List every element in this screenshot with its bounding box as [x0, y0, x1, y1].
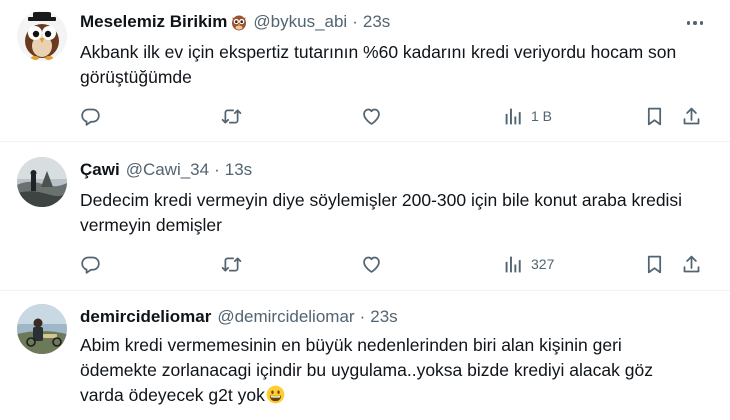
reply-icon [80, 254, 101, 275]
owl-emoji-icon [231, 13, 247, 31]
heart-icon [361, 106, 382, 127]
action-bar: 1 B [0, 103, 730, 129]
landscape-avatar-image [17, 157, 67, 207]
views-button[interactable]: 1 B [503, 103, 552, 129]
heart-icon [361, 254, 382, 275]
tweet-text: Dedecim kredi vermeyin diye söylemişler … [80, 190, 683, 235]
timestamp[interactable]: 23s [370, 307, 397, 327]
separator-dot: · [214, 160, 220, 179]
tweet-2[interactable]: Çawi @Cawi_34 · 13s Dedecim kredi vermey… [0, 142, 730, 290]
user-handle[interactable]: @Cawi_34 [126, 160, 209, 180]
tweet-text: Abim kredi vermemesinin en büyük nedenle… [80, 333, 700, 408]
tweet-header: demircideliomar @demircideliomar · 23s [80, 306, 398, 328]
avatar[interactable] [17, 304, 67, 354]
bookmark-icon [644, 106, 665, 127]
action-bar: 327 [0, 251, 730, 277]
display-name[interactable]: Çawi [80, 160, 120, 180]
user-handle[interactable]: @bykus_abi [253, 12, 347, 32]
more-options-button[interactable] [684, 12, 706, 34]
person-avatar-image [17, 304, 67, 354]
avatar[interactable] [17, 157, 67, 207]
tweet-1[interactable]: Meselemiz Birikim @bykus_abi · 23s Akban… [0, 0, 730, 141]
separator-dot: · [359, 307, 366, 326]
grinning-emoji-icon [266, 385, 285, 404]
views-icon [503, 106, 524, 127]
retweet-icon [221, 254, 242, 275]
retweet-button[interactable] [221, 251, 242, 277]
user-handle[interactable]: @demircideliomar [217, 307, 354, 327]
views-button[interactable]: 327 [503, 251, 554, 277]
bookmark-button[interactable] [644, 251, 665, 277]
more-icon [686, 21, 691, 25]
tweet-header: Meselemiz Birikim @bykus_abi · 23s [80, 11, 390, 33]
reply-button[interactable] [80, 103, 101, 129]
timestamp[interactable]: 13s [225, 160, 252, 180]
display-name[interactable]: Meselemiz Birikim [80, 12, 227, 32]
display-name[interactable]: demircideliomar [80, 307, 211, 327]
tweet-text-content: Abim kredi vermemesinin en büyük nedenle… [80, 335, 653, 405]
share-icon [681, 106, 702, 127]
share-button[interactable] [681, 103, 702, 129]
views-count: 1 B [531, 108, 553, 124]
retweet-button[interactable] [221, 103, 242, 129]
retweet-icon [221, 106, 242, 127]
reply-button[interactable] [80, 251, 101, 277]
avatar[interactable] [17, 11, 67, 61]
share-icon [681, 254, 702, 275]
like-button[interactable] [361, 251, 382, 277]
owl-avatar-image [17, 11, 67, 61]
separator-dot: · [352, 12, 358, 31]
views-icon [503, 254, 524, 275]
reply-icon [80, 106, 101, 127]
bookmark-button[interactable] [644, 103, 665, 129]
tweet-header: Çawi @Cawi_34 · 13s [80, 159, 252, 181]
timestamp[interactable]: 23s [363, 12, 390, 32]
views-count: 327 [531, 256, 555, 272]
share-button[interactable] [681, 251, 702, 277]
tweet-text: Akbank ilk ev için ekspertiz tutarının %… [80, 42, 677, 87]
tweet-3[interactable]: demircideliomar @demircideliomar · 23s A… [0, 291, 730, 420]
like-button[interactable] [361, 103, 382, 129]
bookmark-icon [644, 254, 665, 275]
